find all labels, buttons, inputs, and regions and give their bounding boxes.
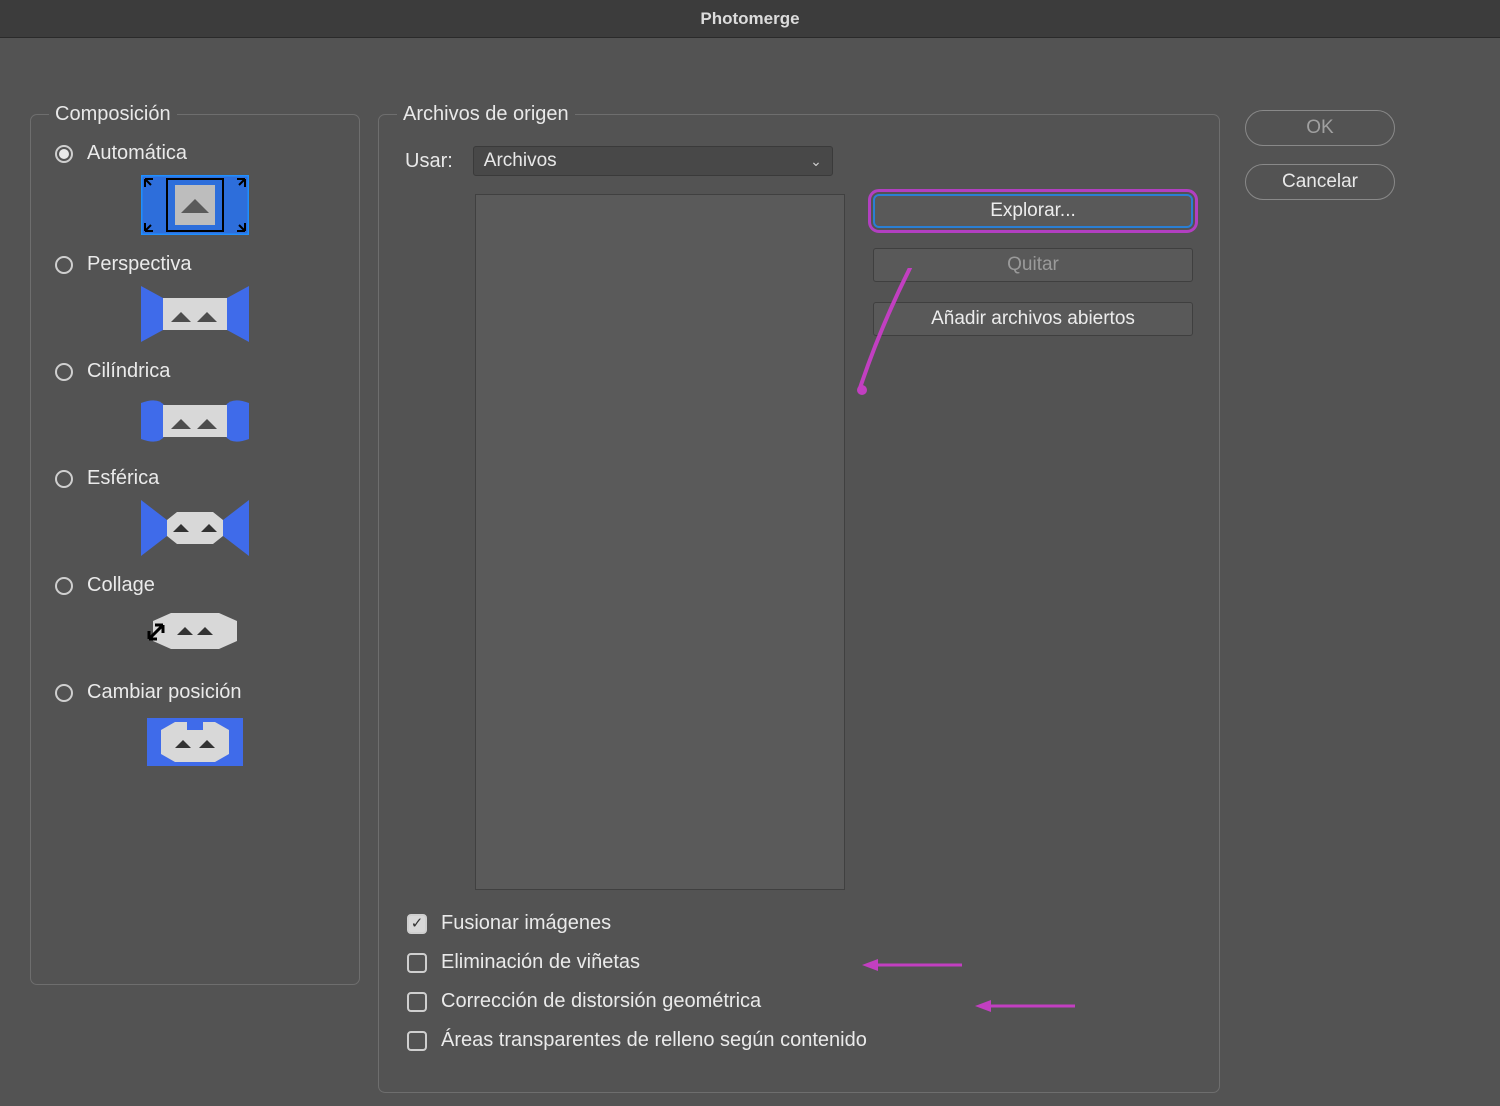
add-open-files-button[interactable]: Añadir archivos abiertos bbox=[873, 302, 1193, 336]
radio-icon bbox=[55, 470, 73, 488]
checkbox-label: Corrección de distorsión geométrica bbox=[441, 990, 761, 1013]
use-row: Usar: Archivos ⌄ bbox=[397, 146, 1201, 176]
checkbox-icon: ✓ bbox=[407, 914, 427, 934]
source-middle-row: Explorar... Quitar Añadir archivos abier… bbox=[397, 194, 1201, 890]
file-buttons-column: Explorar... Quitar Añadir archivos abier… bbox=[873, 194, 1193, 890]
window-titlebar: Photomerge bbox=[0, 0, 1500, 38]
checkbox-label: Áreas transparentes de relleno según con… bbox=[441, 1029, 867, 1052]
checkbox-vignette-removal[interactable]: Eliminación de viñetas bbox=[407, 951, 1201, 974]
layout-label: Cambiar posición bbox=[87, 681, 242, 704]
window-title: Photomerge bbox=[700, 9, 799, 28]
checkbox-label: Fusionar imágenes bbox=[441, 912, 611, 935]
layout-option-collage[interactable]: Collage bbox=[49, 574, 341, 671]
remove-button-label: Quitar bbox=[1007, 254, 1059, 276]
layout-label: Automática bbox=[87, 142, 187, 165]
source-files-legend: Archivos de origen bbox=[397, 103, 575, 126]
dialog-action-buttons: OK Cancelar bbox=[1245, 110, 1395, 200]
ok-button[interactable]: OK bbox=[1245, 110, 1395, 146]
checkbox-content-aware-fill[interactable]: Áreas transparentes de relleno según con… bbox=[407, 1029, 1201, 1052]
remove-button[interactable]: Quitar bbox=[873, 248, 1193, 282]
layout-option-cylindrical[interactable]: Cilíndrica bbox=[49, 360, 341, 457]
layout-thumb-auto bbox=[49, 165, 341, 243]
layout-label: Esférica bbox=[87, 467, 159, 490]
layout-thumb-collage bbox=[49, 597, 341, 671]
composition-legend: Composición bbox=[49, 103, 177, 126]
checkbox-icon bbox=[407, 992, 427, 1012]
browse-button-label: Explorar... bbox=[990, 200, 1076, 222]
file-list[interactable] bbox=[475, 194, 845, 890]
layout-option-perspective[interactable]: Perspectiva bbox=[49, 253, 341, 350]
options-checklist: ✓ Fusionar imágenes Eliminación de viñet… bbox=[397, 890, 1201, 1052]
checkbox-icon bbox=[407, 953, 427, 973]
checkbox-icon bbox=[407, 1031, 427, 1051]
use-label: Usar: bbox=[405, 150, 453, 173]
radio-icon bbox=[55, 363, 73, 381]
dialog-body: Composición Automática bbox=[0, 38, 1500, 1106]
add-open-files-label: Añadir archivos abiertos bbox=[931, 308, 1135, 330]
layout-thumb-reposition bbox=[49, 704, 341, 778]
layout-thumb-spherical bbox=[49, 490, 341, 564]
browse-button[interactable]: Explorar... bbox=[873, 194, 1193, 228]
composition-panel: Composición Automática bbox=[30, 103, 360, 985]
cancel-button[interactable]: Cancelar bbox=[1245, 164, 1395, 200]
layout-thumb-perspective bbox=[49, 276, 341, 350]
source-files-panel: Archivos de origen Usar: Archivos ⌄ Expl… bbox=[378, 103, 1220, 1093]
use-select[interactable]: Archivos ⌄ bbox=[473, 146, 833, 176]
layout-thumb-cylindrical bbox=[49, 383, 341, 457]
checkbox-label: Eliminación de viñetas bbox=[441, 951, 640, 974]
cancel-button-label: Cancelar bbox=[1282, 171, 1358, 193]
use-select-value: Archivos bbox=[484, 150, 557, 171]
layout-label: Cilíndrica bbox=[87, 360, 170, 383]
layout-option-reposition[interactable]: Cambiar posición bbox=[49, 681, 341, 778]
ok-button-label: OK bbox=[1306, 117, 1333, 139]
checkbox-geometric-distortion[interactable]: Corrección de distorsión geométrica bbox=[407, 990, 1201, 1013]
radio-icon bbox=[55, 577, 73, 595]
layout-label: Perspectiva bbox=[87, 253, 192, 276]
chevron-down-icon: ⌄ bbox=[810, 147, 822, 175]
layout-option-auto[interactable]: Automática bbox=[49, 142, 341, 243]
radio-icon bbox=[55, 684, 73, 702]
checkbox-blend-images[interactable]: ✓ Fusionar imágenes bbox=[407, 912, 1201, 935]
radio-icon bbox=[55, 256, 73, 274]
layout-option-spherical[interactable]: Esférica bbox=[49, 467, 341, 564]
radio-icon bbox=[55, 145, 73, 163]
layout-label: Collage bbox=[87, 574, 155, 597]
